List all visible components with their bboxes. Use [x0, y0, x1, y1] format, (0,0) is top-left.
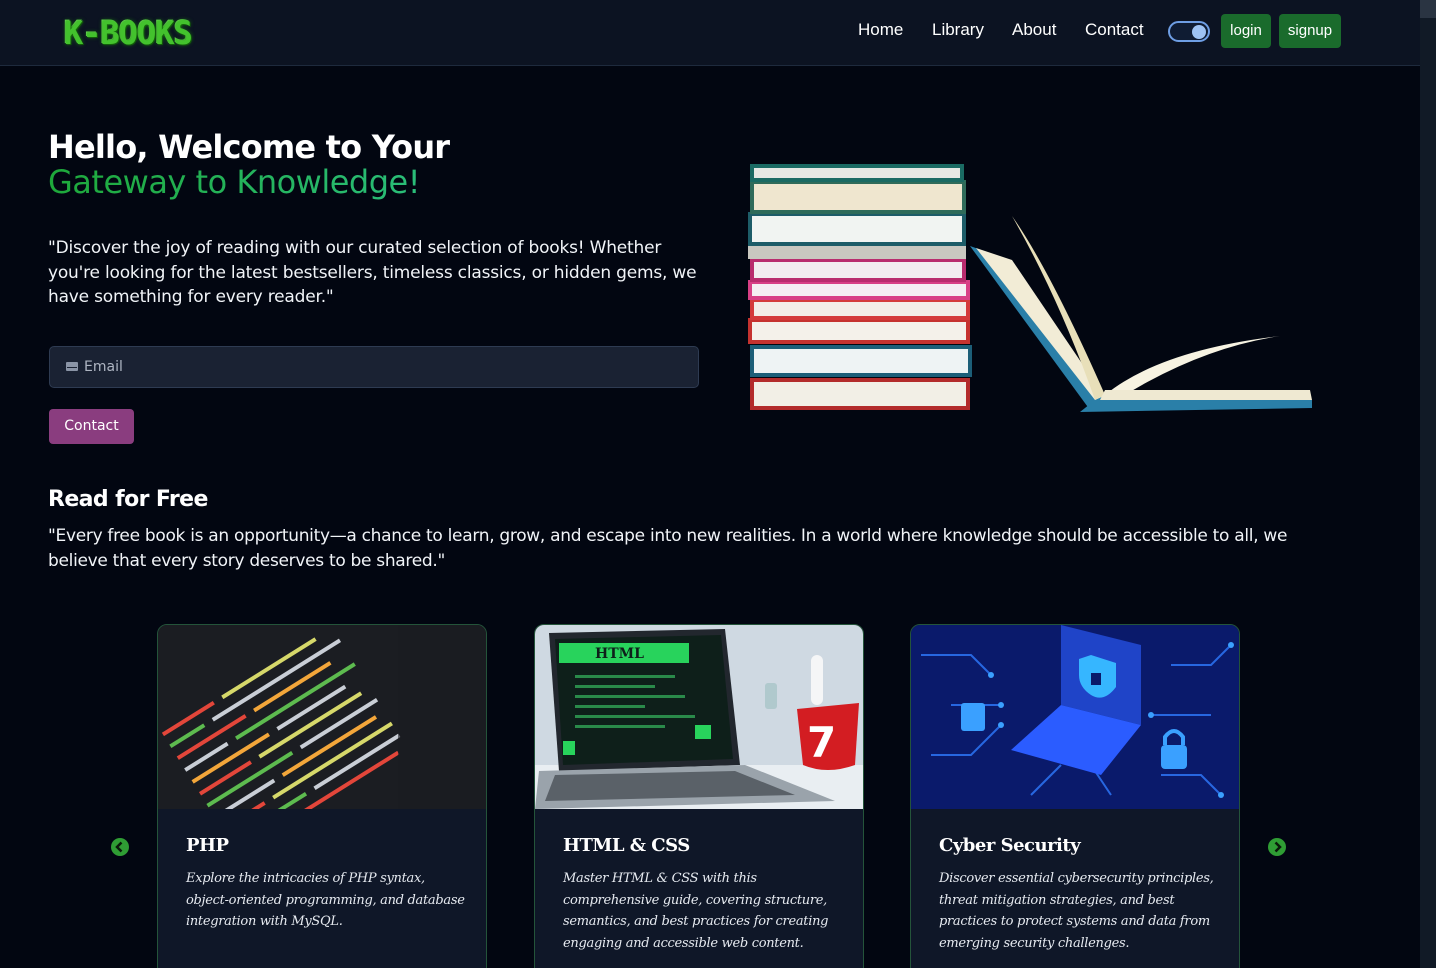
hero-description: "Discover the joy of reading with our cu…: [48, 238, 697, 307]
envelope-icon: [66, 362, 78, 371]
contact-button[interactable]: Contact: [49, 409, 134, 444]
html-laptop-image: HTML 7: [535, 625, 863, 809]
mug-number: 7: [807, 718, 836, 767]
navbar: K-BOOKS Home Library About Contact login…: [0, 0, 1420, 66]
nav-link-library[interactable]: Library: [932, 20, 984, 40]
section-title: Read for Free: [48, 487, 208, 512]
card-title: Cyber Security: [939, 835, 1081, 856]
scrollbar-track[interactable]: [1420, 0, 1436, 968]
book-card-php[interactable]: PHP Explore the intricacies of PHP synta…: [157, 624, 487, 968]
scrollbar-thumb[interactable]: [1420, 0, 1436, 18]
site-logo[interactable]: K-BOOKS: [64, 14, 193, 52]
card-description: Master HTML & CSS with this comprehensiv…: [563, 871, 829, 951]
card-description: Explore the intricacies of PHP syntax, o…: [186, 871, 465, 929]
book-card-cyber-security[interactable]: Cyber Security Discover essential cybers…: [910, 624, 1240, 968]
book-stack-illustration: [748, 164, 1312, 412]
laptop-screen-label: HTML: [595, 646, 644, 662]
nav-link-about[interactable]: About: [1012, 20, 1056, 40]
card-title: HTML & CSS: [563, 835, 690, 856]
book-stack: [748, 164, 972, 410]
chevron-right-icon: [1274, 841, 1282, 853]
hero-title-line1: Hello, Welcome to Your: [48, 128, 450, 166]
nav-link-home[interactable]: Home: [858, 20, 903, 40]
chevron-left-icon: [115, 841, 123, 853]
signup-button[interactable]: signup: [1279, 14, 1341, 48]
section-description: "Every free book is an opportunity—a cha…: [48, 526, 1288, 571]
card-description: Discover essential cybersecurity princip…: [939, 871, 1214, 951]
login-button[interactable]: login: [1221, 14, 1271, 48]
php-code-image: [158, 625, 486, 809]
nav-link-contact[interactable]: Contact: [1085, 20, 1144, 40]
email-field-wrapper: [49, 346, 699, 388]
hero-title-line2: Gateway to Knowledge!: [48, 165, 449, 200]
book-card-html-css[interactable]: HTML 7 HTML & CSS Master HTML & CSS with…: [534, 624, 864, 968]
card-title: PHP: [186, 835, 229, 856]
hero-title: Hello, Welcome to Your Gateway to Knowle…: [48, 128, 450, 200]
email-input[interactable]: [84, 347, 684, 387]
toggle-knob: [1192, 24, 1206, 39]
carousel-prev-button[interactable]: [111, 838, 129, 856]
cyber-security-image: [911, 625, 1239, 809]
theme-toggle[interactable]: [1168, 21, 1210, 42]
carousel-next-button[interactable]: [1268, 838, 1286, 856]
open-book: [970, 216, 1312, 412]
